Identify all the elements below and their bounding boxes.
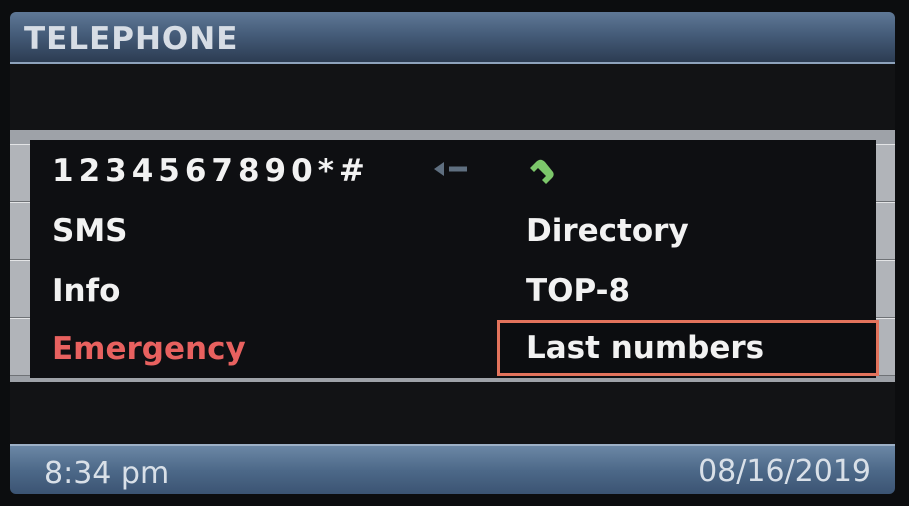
menu-item-top8[interactable]: TOP-8 (526, 276, 630, 307)
left-side-tab (10, 202, 30, 260)
right-side-tab (876, 202, 895, 260)
menu-panel: 1234567890*# SMS Info Emergency Director… (30, 140, 879, 378)
left-side-tab (10, 144, 30, 202)
backspace-arrow-icon[interactable] (432, 158, 470, 180)
current-date: 08/16/2019 (698, 454, 871, 489)
telephone-menu: 1234567890*# SMS Info Emergency Director… (10, 130, 895, 382)
left-side-tab (10, 318, 30, 376)
idrive-screen: TELEPHONE 1234567890*# SMS Info Emergenc… (10, 12, 895, 494)
dial-digits[interactable]: 1234567890*# (52, 156, 370, 187)
screen-title: TELEPHONE (24, 21, 239, 57)
status-bar: 8:34 pm 08/16/2019 (10, 444, 895, 494)
menu-item-emergency[interactable]: Emergency (52, 334, 246, 365)
menu-item-info[interactable]: Info (52, 276, 120, 307)
menu-item-last-numbers[interactable]: Last numbers (497, 320, 879, 376)
clock-time: 8:34 pm (44, 456, 170, 491)
title-bar: TELEPHONE (10, 12, 895, 64)
left-side-tab (10, 260, 30, 318)
menu-item-directory[interactable]: Directory (526, 216, 689, 247)
menu-item-label: Last numbers (526, 330, 765, 366)
right-side-tab (876, 144, 895, 202)
right-side-tab (876, 260, 895, 318)
phone-handset-icon[interactable] (522, 154, 556, 188)
menu-item-sms[interactable]: SMS (52, 216, 128, 247)
